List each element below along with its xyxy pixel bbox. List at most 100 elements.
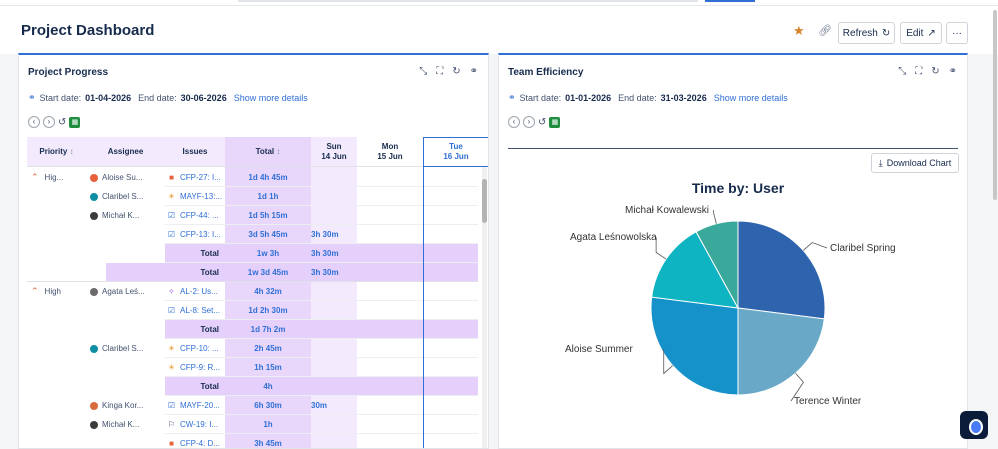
pie-label: Michał Kowalewski	[625, 205, 709, 216]
pie-label: Agata Leśnowolska	[570, 232, 657, 243]
total-label-text: Total	[200, 382, 219, 391]
total-cell-text: 1d 7h 2m	[250, 325, 286, 334]
priority-cell	[27, 301, 86, 320]
issue-link[interactable]: ☑ MAYF-20...	[165, 396, 225, 415]
issue-link[interactable]: ☑ CFP-44: ...	[165, 206, 225, 225]
next-icon[interactable]: ›	[43, 116, 55, 128]
issue-key: CW-19: I...	[180, 420, 219, 429]
refresh-button[interactable]: Refresh ↻	[838, 22, 895, 44]
assignee-cell: Aloise Su...	[86, 168, 165, 187]
priority-cell	[27, 339, 86, 358]
total-label-text: Total	[200, 249, 219, 258]
reset-icon[interactable]: ↺	[58, 117, 66, 128]
avatar	[90, 173, 98, 182]
priority-header[interactable]: Priority ↕	[27, 137, 86, 167]
progress-table: Priority ↕ Assignee Issues Total ↕ Sun 14…	[27, 137, 488, 448]
issues-header[interactable]: Issues	[165, 137, 225, 167]
end-date-label: End date:	[138, 92, 177, 103]
link-icon[interactable]: ⚭	[470, 66, 478, 77]
mon-header[interactable]: Mon 15 Jun	[357, 137, 423, 167]
link-icon[interactable]: 🔗︎	[818, 24, 832, 37]
assignee-cell	[86, 244, 165, 263]
total-cell: 1w 3h	[225, 244, 311, 263]
assignee-cell: Agata Leś...	[86, 282, 165, 301]
issue-type-icon: ☑	[167, 306, 176, 315]
issue-link[interactable]: ■ CFP-4: D...	[165, 434, 225, 448]
issue-key: CFP-4: D...	[180, 439, 221, 448]
mon-label: Mon	[381, 141, 399, 151]
more-options-button[interactable]: ···	[946, 22, 968, 44]
more-icon: ···	[952, 27, 962, 39]
total-cell-text: 3h 45m	[254, 439, 282, 448]
issue-link[interactable]: ☑ AL-8: Set...	[165, 301, 225, 320]
tue-header[interactable]: Tue 16 Jun	[423, 137, 488, 167]
sun-label: Sun	[326, 141, 342, 151]
prev-icon[interactable]: ‹	[28, 116, 40, 128]
total-header[interactable]: Total ↕	[225, 137, 311, 167]
total-label: Total	[165, 320, 225, 339]
sun-cell: 3h 30m	[311, 244, 357, 263]
sun-cell	[311, 301, 357, 320]
collapse-icon[interactable]: ⤡	[419, 66, 427, 77]
priority-header-label: Priority	[39, 146, 68, 156]
assignee-header-label: Assignee	[107, 146, 144, 156]
assignee-name: Agata Leś...	[102, 287, 145, 296]
issue-key: CFP-44: ...	[180, 211, 219, 220]
issue-type-icon: ☑	[167, 230, 176, 239]
issue-key: MAYF-13:...	[180, 192, 223, 201]
show-more-details-link[interactable]: Show more details	[234, 93, 308, 103]
issue-link[interactable]: ■ CFP-27: I...	[165, 168, 225, 187]
assignee-cell: Kinga Kor...	[86, 396, 165, 415]
priority-high-icon: ⌃	[31, 172, 39, 182]
assignee-cell: Claribel S...	[86, 187, 165, 206]
avatar	[90, 192, 98, 201]
avatar	[90, 420, 98, 429]
priority-cell	[27, 263, 86, 282]
avatar	[90, 344, 98, 353]
fullscreen-icon[interactable]: ⛶	[436, 66, 443, 77]
assignee-cell	[86, 434, 165, 448]
issue-type-icon: ☑	[167, 401, 176, 410]
sun-cell	[311, 206, 357, 225]
pie-slice-terence-winter[interactable]	[737, 307, 825, 396]
issue-link[interactable]: ☀ CFP-9: R...	[165, 358, 225, 377]
edit-button[interactable]: Edit ↗	[900, 22, 942, 44]
reload-icon[interactable]: ↻	[452, 66, 460, 77]
top-strip-segment	[238, 0, 698, 2]
sun-cell-text: 3h 30m	[311, 268, 339, 277]
priority-cell	[27, 206, 86, 225]
sheet-export-icon[interactable]: ▦	[69, 116, 81, 128]
issue-key: CFP-9: R...	[180, 363, 221, 372]
issue-link[interactable]: ⚐ CW-19: I...	[165, 415, 225, 434]
pie-leader-line	[655, 237, 667, 260]
pie-label: Claribel Spring	[830, 243, 896, 254]
priority-cell: ⌃ High	[27, 282, 86, 301]
issue-link[interactable]: ✧ AL-2: Us...	[165, 282, 225, 301]
pie-slice-claribel-spring[interactable]	[737, 220, 826, 320]
pie-leader-line	[712, 210, 717, 224]
issue-key: AL-8: Set...	[180, 306, 221, 315]
assignee-name: Michał K...	[102, 420, 140, 429]
avatar	[90, 211, 98, 220]
star-icon[interactable]: ★	[793, 23, 805, 39]
total-header-label: Total	[255, 146, 275, 156]
total-cell-text: 1d 4h 45m	[248, 173, 288, 182]
pie-slice-aloise-summer[interactable]	[650, 296, 739, 396]
issue-link[interactable]: ☑ CFP-13: I...	[165, 225, 225, 244]
assignee-name: Michał K...	[102, 211, 140, 220]
table-scrollbar-thumb[interactable]	[482, 179, 487, 223]
page-scrollbar[interactable]	[993, 10, 997, 200]
total-label: Total	[165, 244, 225, 263]
panel-title: Project Progress	[28, 67, 109, 78]
assistant-launcher-button[interactable]	[960, 411, 988, 439]
refresh-label: Refresh	[842, 27, 878, 39]
assignee-name: Claribel S...	[102, 344, 144, 353]
assignee-header[interactable]: Assignee	[86, 137, 165, 167]
avatar	[90, 287, 98, 296]
issue-link[interactable]: ☀ MAYF-13:...	[165, 187, 225, 206]
issue-link[interactable]: ☀ CFP-10: ...	[165, 339, 225, 358]
today-marker	[423, 137, 424, 448]
project-progress-panel: Project Progress ⤡ ⛶ ↻ ⚭ ⚭ Start date: 0…	[18, 53, 489, 449]
sun-header[interactable]: Sun 14 Jun	[311, 137, 357, 167]
issue-key: CFP-13: I...	[180, 230, 221, 239]
